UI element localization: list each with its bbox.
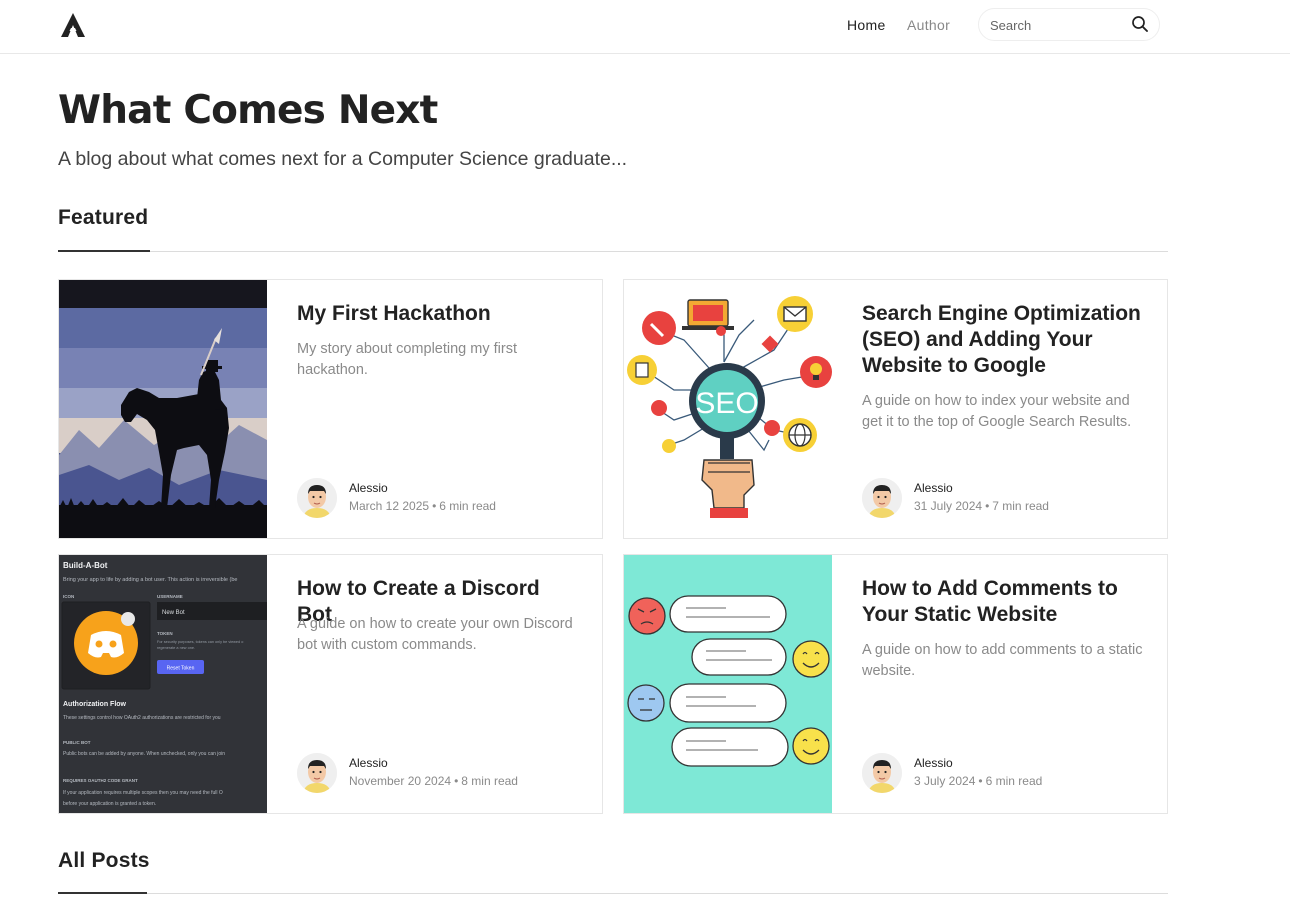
post-read-time: 6 min read: [439, 499, 496, 513]
discord-thumb-public-bot-text: Public bots can be added by anyone. When…: [63, 751, 225, 757]
site-tagline: A blog about what comes next for a Compu…: [58, 148, 628, 170]
author-name[interactable]: Alessio: [914, 481, 953, 495]
post-thumbnail-seo[interactable]: SEO: [624, 280, 832, 538]
meta-separator: •: [985, 499, 990, 513]
seo-thumb-label: SEO: [695, 387, 758, 420]
discord-thumb-oauth-label: REQUIRES OAUTH2 CODE GRANT: [63, 778, 138, 783]
discord-thumb-auth-heading: Authorization Flow: [63, 701, 127, 708]
author-name[interactable]: Alessio: [349, 756, 388, 770]
post-date: November 20 2024: [349, 774, 452, 788]
post-card-hackathon[interactable]: My First Hackathon My story about comple…: [58, 279, 603, 539]
meta-separator: •: [432, 499, 437, 513]
search-input[interactable]: [990, 16, 1120, 34]
post-date: 3 July 2024: [914, 774, 976, 788]
discord-thumb-token-note-1: For security purposes, tokens can only b…: [157, 640, 243, 644]
post-thumbnail-discord[interactable]: Build-A-Bot Bring your app to life by ad…: [59, 555, 267, 813]
post-card-comments[interactable]: How to Add Comments to Your Static Websi…: [623, 554, 1168, 814]
site-logo-icon[interactable]: [60, 12, 86, 38]
nav-home-link[interactable]: Home: [847, 17, 886, 33]
post-meta: November 20 2024 • 8 min read: [349, 774, 518, 788]
discord-thumb-subheading: Bring your app to life by adding a bot u…: [63, 577, 237, 583]
discord-thumb-oauth-text-1: If your application requires multiple sc…: [63, 790, 223, 796]
discord-thumb-public-bot-label: PUBLIC BOT: [63, 740, 91, 745]
featured-underline: [58, 250, 150, 252]
post-date: 31 July 2024: [914, 499, 983, 513]
post-meta: 3 July 2024 • 6 min read: [914, 774, 1042, 788]
search-icon[interactable]: [1131, 15, 1149, 33]
post-title[interactable]: My First Hackathon: [297, 301, 577, 327]
post-thumbnail-chat-bubbles[interactable]: [624, 555, 832, 813]
author-avatar[interactable]: [862, 478, 902, 518]
all-posts-divider: [58, 893, 1168, 894]
discord-thumb-username-label: USERNAME: [157, 594, 183, 599]
discord-thumb-reset-button: Reset Token: [167, 666, 195, 672]
meta-separator: •: [978, 774, 983, 788]
post-title[interactable]: How to Add Comments to Your Static Websi…: [862, 576, 1142, 628]
post-meta: March 12 2025 • 6 min read: [349, 499, 496, 513]
discord-thumb-heading: Build-A-Bot: [63, 561, 108, 570]
all-posts-underline: [58, 892, 147, 894]
site-header: Home Author: [0, 0, 1290, 54]
post-excerpt: A guide on how to create your own Discor…: [297, 616, 573, 653]
nav-author-link[interactable]: Author: [907, 17, 950, 33]
post-title[interactable]: Search Engine Optimization (SEO) and Add…: [862, 301, 1142, 379]
post-read-time: 6 min read: [985, 774, 1043, 788]
post-read-time: 8 min read: [461, 774, 518, 788]
author-name[interactable]: Alessio: [914, 756, 953, 770]
discord-thumb-auth-text: These settings control how OAuth2 author…: [63, 715, 221, 721]
discord-thumb-icon-label: ICON: [63, 594, 74, 599]
site-title: What Comes Next: [58, 88, 438, 133]
meta-separator: •: [454, 774, 459, 788]
featured-heading: Featured: [58, 206, 149, 229]
featured-divider: [58, 251, 1168, 252]
author-avatar[interactable]: [862, 753, 902, 793]
post-card-discord-bot[interactable]: Build-A-Bot Bring your app to life by ad…: [58, 554, 603, 814]
all-posts-heading: All Posts: [58, 849, 150, 872]
author-name[interactable]: Alessio: [349, 481, 388, 495]
discord-thumb-oauth-text-2: before your application is granted a tok…: [63, 801, 156, 807]
post-date: March 12 2025: [349, 499, 430, 513]
post-read-time: 7 min read: [992, 499, 1049, 513]
discord-thumb-token-note-2: regenerate a new one.: [157, 646, 195, 650]
post-thumbnail-horse-rider[interactable]: [59, 280, 267, 538]
author-avatar[interactable]: [297, 478, 337, 518]
discord-thumb-token-label: TOKEN: [157, 631, 173, 636]
author-avatar[interactable]: [297, 753, 337, 793]
post-excerpt: A guide on how to add comments to a stat…: [862, 642, 1143, 679]
discord-thumb-username-value: New Bot: [162, 610, 185, 616]
post-excerpt: My story about completing my first hacka…: [297, 341, 517, 378]
post-meta: 31 July 2024 • 7 min read: [914, 499, 1049, 513]
post-excerpt: A guide on how to index your website and…: [862, 393, 1132, 430]
search-bar[interactable]: [978, 8, 1160, 41]
post-card-seo[interactable]: SEO Search Engine Optimization (SEO) and…: [623, 279, 1168, 539]
